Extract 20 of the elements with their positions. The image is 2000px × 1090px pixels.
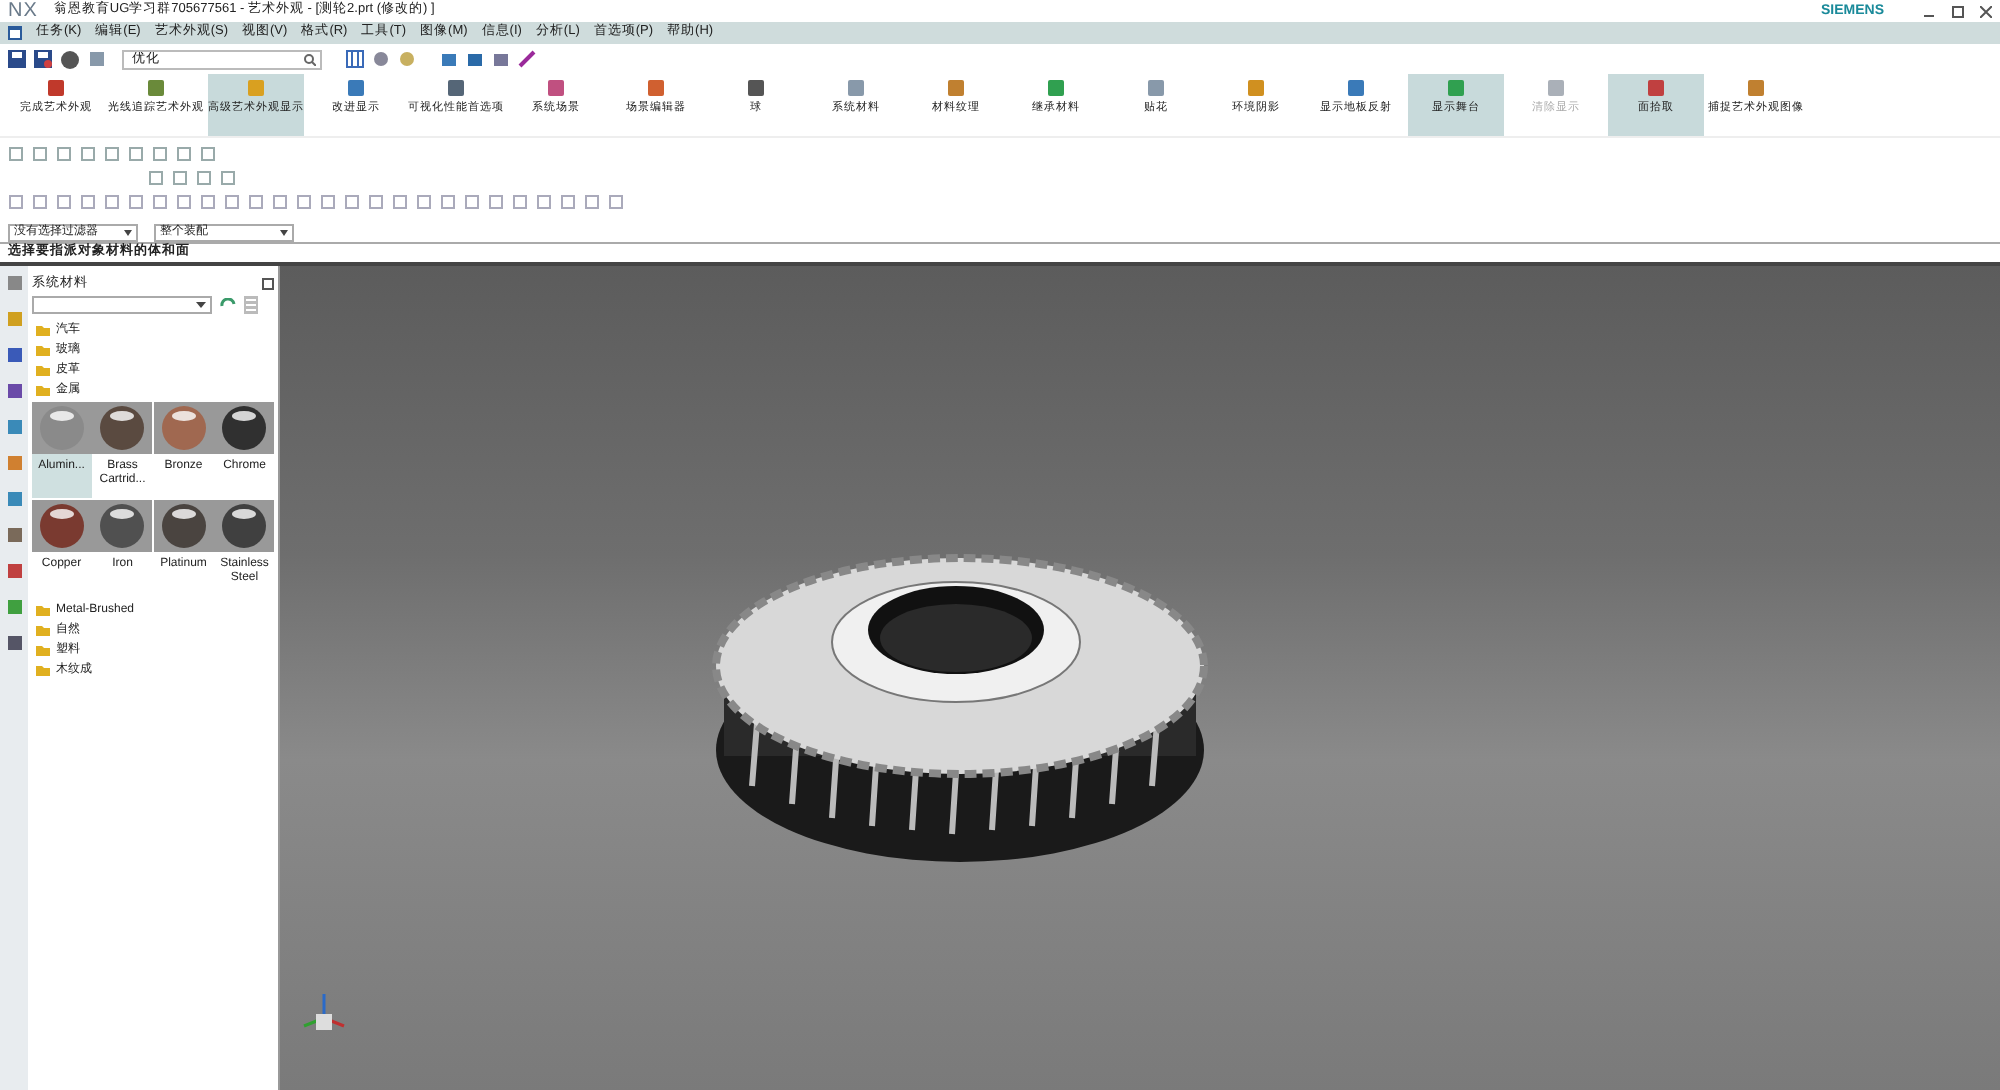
brush-icon[interactable] [518,50,536,68]
maximize-icon[interactable] [1952,5,1964,17]
3d-viewport[interactable] [280,266,2000,1090]
close-icon[interactable] [1980,5,1992,17]
menu-icon[interactable] [8,26,22,40]
tool-icon[interactable] [88,50,106,68]
caret-icon [280,229,288,235]
caret-icon [196,301,206,309]
sphere-icon[interactable] [60,49,80,69]
material-dropdown[interactable] [32,296,212,314]
save-as-icon[interactable] [34,50,52,68]
list-icon[interactable] [244,296,258,314]
refresh-icon[interactable] [220,298,236,312]
grid-icon[interactable] [346,50,364,68]
tool-icon[interactable] [372,50,390,68]
maximize-icon[interactable] [262,277,274,289]
app-logo: NX [8,1,38,21]
caret-icon [124,229,132,235]
save-icon[interactable] [8,50,26,68]
search-icon [304,53,316,65]
